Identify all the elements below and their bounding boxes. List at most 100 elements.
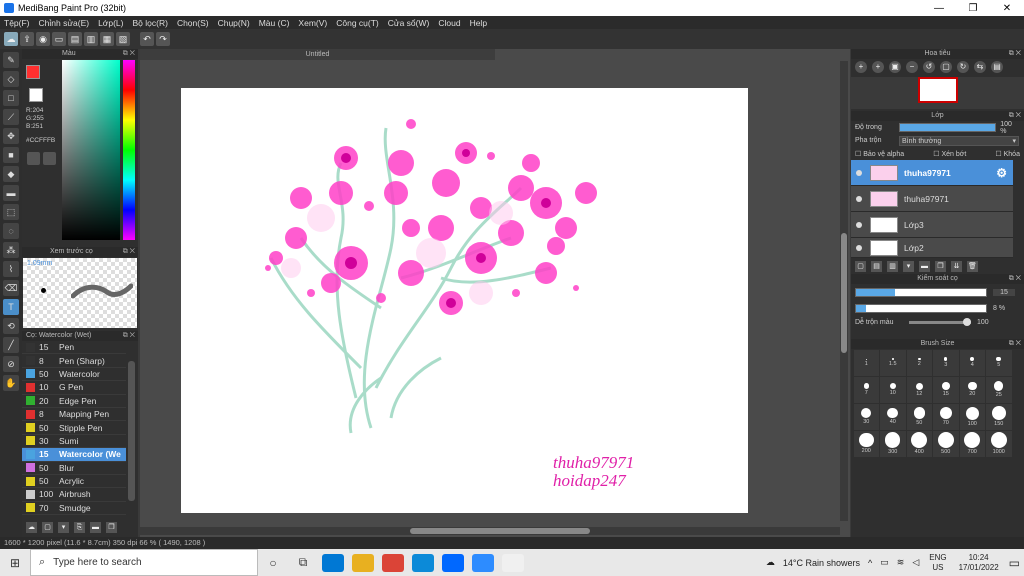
eyedropper-tool-icon[interactable]: ⊘ — [3, 356, 19, 372]
brush-size-option[interactable]: 400 — [906, 430, 932, 457]
menu-window[interactable]: Cửa sổ(W) — [388, 18, 430, 28]
hand-tool-icon[interactable]: ✋ — [3, 375, 19, 391]
layer-item[interactable]: thuha97971 — [851, 186, 1013, 212]
redo-icon[interactable]: ↷ — [156, 32, 170, 46]
saturation-value-picker[interactable] — [62, 60, 120, 240]
brush-opacity-slider[interactable] — [855, 303, 987, 313]
brush-item-g-pen[interactable]: 10 G Pen — [22, 381, 126, 395]
brush-size-option[interactable]: 700 — [959, 430, 985, 457]
duplicate-brush-icon[interactable]: ❐ — [106, 521, 117, 533]
folder-icon[interactable]: ▬ — [919, 260, 930, 272]
canvas-vertical-scrollbar[interactable] — [840, 61, 848, 521]
page-icon[interactable]: ▤ — [68, 32, 82, 46]
panel-controls-icon[interactable]: ⧉ ✕ — [1009, 111, 1021, 121]
brush-list-scrollbar[interactable] — [128, 361, 135, 501]
undo-icon[interactable]: ↶ — [140, 32, 154, 46]
notification-icon[interactable]: ▭ — [1009, 556, 1020, 570]
visibility-icon[interactable] — [856, 169, 862, 176]
foreground-color-swatch[interactable] — [26, 65, 40, 79]
color-wheel-icon[interactable] — [43, 152, 56, 165]
brush-size-option[interactable]: 150 — [986, 403, 1012, 430]
brush-size-option[interactable]: 12 — [906, 376, 932, 403]
brush-item-watercolor-wet[interactable]: 15 Watercolor (We — [22, 448, 126, 462]
chrome-icon[interactable] — [382, 553, 404, 572]
page2-icon[interactable]: ▥ — [84, 32, 98, 46]
brush-size-option[interactable]: 70 — [933, 403, 959, 430]
panel-controls-icon[interactable]: ⧉ ✕ — [123, 331, 135, 341]
layer-item[interactable]: Lớp2 — [851, 238, 1013, 258]
duplicate-layer-icon[interactable]: ❐ — [935, 260, 946, 272]
panel-controls-icon[interactable]: ⧉ ✕ — [1009, 339, 1021, 349]
flip-icon[interactable]: ⇆ — [974, 61, 986, 73]
brush-item-stipple-pen[interactable]: 50 Stipple Pen — [22, 421, 126, 435]
add-brush-icon[interactable]: ▾ — [58, 521, 69, 533]
brush-size-option[interactable]: 5 — [986, 349, 1012, 376]
clock[interactable]: 10:24 17/01/2022 — [959, 553, 999, 573]
brush-size-option[interactable]: 500 — [933, 430, 959, 457]
brush-size-option[interactable]: 100 — [959, 403, 985, 430]
menu-file[interactable]: Tệp(F) — [4, 18, 30, 28]
magic-wand-tool-icon[interactable]: ⁂ — [3, 242, 19, 258]
menu-cloud[interactable]: Cloud — [438, 18, 460, 28]
zoom-in-icon[interactable]: + — [855, 61, 867, 73]
brush-item-sumi[interactable]: 30 Sumi — [22, 435, 126, 449]
brush-size-option[interactable]: 4 — [959, 349, 985, 376]
visibility-icon[interactable] — [856, 221, 862, 228]
brush-size-option[interactable]: 1 — [853, 349, 879, 376]
zoom-in2-icon[interactable]: + — [872, 61, 884, 73]
brush-item-blur[interactable]: 50 Blur — [22, 462, 126, 475]
comment-icon[interactable]: ◉ — [36, 32, 50, 46]
cortana-icon[interactable]: ○ — [258, 556, 288, 570]
menu-view[interactable]: Xem(V) — [298, 18, 327, 28]
select-pen-tool-icon[interactable]: ⌇ — [3, 261, 19, 277]
brush-blend-slider[interactable] — [909, 317, 971, 326]
artboard[interactable]: thuha97971 hoidap247 — [181, 88, 748, 513]
folder-icon[interactable] — [352, 553, 374, 572]
brush-size-option[interactable]: 10 — [880, 376, 906, 403]
new-brush-icon[interactable]: ▢ — [42, 521, 53, 533]
cloud-icon[interactable]: ☁ — [4, 32, 18, 46]
brush-item-pen[interactable]: 15 Pen — [22, 341, 126, 355]
medibang-icon[interactable] — [502, 553, 524, 572]
zoom-icon[interactable] — [472, 553, 494, 572]
bucket-tool-icon[interactable]: ◆ — [3, 166, 19, 182]
panel-controls-icon[interactable]: ⧉ ✕ — [123, 49, 135, 59]
layer-item[interactable]: thuha97971 ⚙ — [851, 160, 1013, 186]
brush-item-mapping-pen[interactable]: 8 Mapping Pen — [22, 408, 126, 422]
panel-controls-icon[interactable]: ⧉ ✕ — [1009, 274, 1021, 284]
add-layer-menu-icon[interactable]: ▾ — [903, 260, 914, 272]
brush-size-option[interactable]: 7 — [853, 376, 879, 403]
weather-text[interactable]: 14°C Rain showers — [783, 558, 860, 568]
move-tool-icon[interactable]: ✥ — [3, 128, 19, 144]
operation-tool-icon[interactable]: ⟲ — [3, 318, 19, 334]
brush-size-option[interactable]: 20 — [959, 376, 985, 403]
canvas-horizontal-scrollbar[interactable] — [140, 527, 840, 535]
new-8bit-layer-icon[interactable]: ▥ — [887, 260, 898, 272]
menu-snap[interactable]: Chụp(N) — [218, 18, 250, 28]
brush-item-pen-sharp[interactable]: 8 Pen (Sharp) — [22, 354, 126, 368]
network-icon[interactable]: ≋ — [897, 557, 905, 568]
cloud-brush-icon[interactable]: ☁ — [26, 521, 37, 533]
brush-size-option[interactable]: 1000 — [986, 430, 1012, 457]
layer-opacity-slider[interactable] — [898, 123, 997, 132]
brush-size-option[interactable]: 15 — [933, 376, 959, 403]
select-eraser-tool-icon[interactable]: ⌫ — [3, 280, 19, 296]
menu-filter[interactable]: Bộ lọc(R) — [133, 18, 168, 28]
brush-size-option[interactable]: 50 — [906, 403, 932, 430]
merge-layer-icon[interactable]: ⇊ — [951, 260, 962, 272]
task-view-icon[interactable]: ⧉ — [288, 555, 318, 570]
maximize-button[interactable]: ❐ — [956, 3, 990, 14]
menu-select[interactable]: Chọn(S) — [177, 18, 209, 28]
brush-size-option[interactable]: 30 — [853, 403, 879, 430]
brush-size-option[interactable]: 25 — [986, 376, 1012, 403]
menu-edit[interactable]: Chỉnh sửa(E) — [39, 18, 90, 28]
windows-start-icon[interactable]: ⊞ — [0, 556, 30, 570]
actual-size-icon[interactable]: ▢ — [940, 61, 952, 73]
hue-slider[interactable] — [123, 60, 135, 240]
lasso-tool-icon[interactable]: ◌ — [3, 223, 19, 239]
canvas-vertical-thumb[interactable] — [841, 233, 847, 353]
brush-item-acrylic[interactable]: 50 Acrylic — [22, 475, 126, 489]
lock-icon[interactable]: ▤ — [991, 61, 1003, 73]
copy-brush-icon[interactable]: ⎘ — [74, 521, 85, 533]
visibility-icon[interactable] — [856, 244, 862, 251]
